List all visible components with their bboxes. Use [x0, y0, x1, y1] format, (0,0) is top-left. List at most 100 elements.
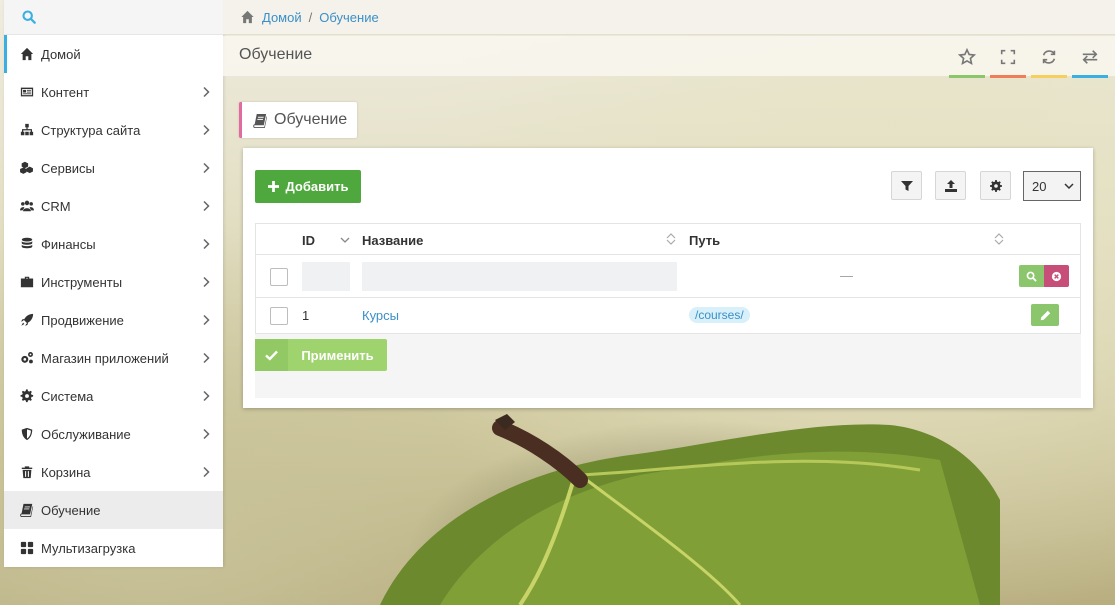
- rocket-icon: [18, 313, 36, 327]
- sort-icon[interactable]: [994, 233, 1004, 245]
- sidebar-item-services[interactable]: Сервисы: [4, 149, 223, 187]
- sort-icon[interactable]: [666, 233, 676, 245]
- path-filter-placeholder: —: [840, 268, 853, 283]
- favorite-button[interactable]: [949, 36, 985, 78]
- upload-icon: [944, 179, 957, 192]
- sidebar-item-label: Мультизагрузка: [41, 540, 136, 556]
- chevron-right-icon: [203, 390, 210, 402]
- sidebar-item-finance[interactable]: Финансы: [4, 225, 223, 263]
- column-header-path[interactable]: Путь: [689, 233, 720, 248]
- sidebar-item-label: Сервисы: [41, 160, 95, 176]
- users-icon: [18, 199, 36, 213]
- chevron-right-icon: [203, 314, 210, 326]
- id-filter-input[interactable]: [302, 262, 350, 291]
- sidebar-item-label: Домой: [41, 46, 81, 62]
- row-checkbox[interactable]: [270, 307, 288, 325]
- row-name-link[interactable]: Курсы: [362, 308, 399, 323]
- sidebar-item-label: Контент: [41, 84, 90, 100]
- sidebar-item-multiupload[interactable]: Мультизагрузка: [4, 529, 223, 567]
- home-icon[interactable]: [240, 10, 255, 24]
- sidebar-item-label: Магазин приложений: [41, 350, 169, 366]
- exchange-icon: [1082, 50, 1098, 64]
- cubes-icon: [18, 161, 36, 175]
- fullscreen-button[interactable]: [990, 36, 1026, 78]
- sidebar-item-label: Корзина: [41, 464, 91, 480]
- sidebar-search[interactable]: [4, 0, 223, 35]
- column-header-id[interactable]: ID: [302, 233, 315, 248]
- sidebar-item-promotion[interactable]: Продвижение: [4, 301, 223, 339]
- add-button[interactable]: Добавить: [255, 170, 361, 203]
- reset-filter-button[interactable]: [1044, 265, 1069, 287]
- sidebar-item-site-structure[interactable]: Структура сайта: [4, 111, 223, 149]
- gear-icon: [18, 389, 36, 403]
- sidebar-item-maintenance[interactable]: Обслуживание: [4, 415, 223, 453]
- sidebar-item-label: Продвижение: [41, 312, 124, 328]
- data-grid: ID Название Путь — 1 Курсы /courses/ При…: [255, 223, 1081, 398]
- filter-row: —: [255, 255, 1081, 298]
- column-header-name[interactable]: Название: [362, 233, 423, 248]
- sidebar-item-content[interactable]: Контент: [4, 73, 223, 111]
- sidebar-item-app-store[interactable]: Магазин приложений: [4, 339, 223, 377]
- sidebar-item-label: Обучение: [41, 502, 101, 518]
- row-id: 1: [302, 308, 310, 323]
- shield-icon: [18, 427, 36, 441]
- sidebar-item-trash[interactable]: Корзина: [4, 453, 223, 491]
- pencil-icon: [1040, 310, 1050, 320]
- book-icon: [18, 503, 36, 517]
- apply-button[interactable]: Применить: [255, 339, 387, 371]
- breadcrumb-separator: /: [308, 9, 313, 25]
- star-icon: [958, 48, 976, 66]
- sidebar-item-label: Система: [41, 388, 94, 404]
- chevron-right-icon: [203, 238, 210, 250]
- export-button[interactable]: [935, 171, 966, 200]
- search-icon[interactable]: [22, 10, 36, 24]
- sidebar-item-learning[interactable]: Обучение: [4, 491, 223, 529]
- expand-icon: [1000, 49, 1016, 65]
- sidebar-item-home[interactable]: Домой: [4, 35, 223, 73]
- cogs-icon: [18, 351, 36, 365]
- sidebar-nav: Домой Контент Структура сайта Сервисы CR…: [4, 35, 223, 567]
- sidebar-item-label: Обслуживание: [41, 426, 131, 442]
- page-size-value: 20: [1032, 178, 1047, 194]
- settings-button[interactable]: [980, 171, 1011, 200]
- leaf-image: [380, 414, 1000, 605]
- breadcrumb-current-link[interactable]: Обучение: [319, 10, 378, 25]
- chevron-right-icon: [203, 466, 210, 478]
- table-row: 1 Курсы /courses/: [255, 298, 1081, 334]
- chevron-right-icon: [203, 200, 210, 212]
- page-size-select[interactable]: 20: [1023, 171, 1081, 201]
- switch-button[interactable]: [1072, 36, 1108, 78]
- sidebar: Домой Контент Структура сайта Сервисы CR…: [4, 0, 223, 567]
- page-title: Обучение: [239, 46, 313, 63]
- row-path-badge[interactable]: /courses/: [689, 307, 750, 323]
- section-label: Обучение: [239, 102, 358, 138]
- breadcrumb-home-link[interactable]: Домой: [262, 10, 302, 25]
- newspaper-icon: [18, 85, 36, 99]
- apply-filter-button[interactable]: [1019, 265, 1044, 287]
- chevron-right-icon: [203, 162, 210, 174]
- sidebar-item-label: CRM: [41, 198, 71, 214]
- database-icon: [18, 237, 36, 251]
- sidebar-item-system[interactable]: Система: [4, 377, 223, 415]
- trash-icon: [18, 465, 36, 479]
- select-all-checkbox[interactable]: [270, 268, 288, 286]
- close-circle-icon: [1051, 271, 1062, 281]
- sidebar-item-crm[interactable]: CRM: [4, 187, 223, 225]
- edit-row-button[interactable]: [1031, 304, 1059, 326]
- grid-footer: Применить: [255, 334, 1081, 398]
- breadcrumb: Домой / Обучение: [223, 0, 1115, 35]
- chevron-right-icon: [203, 352, 210, 364]
- plus-icon: [267, 181, 279, 192]
- sort-desc-icon[interactable]: [340, 234, 350, 246]
- refresh-button[interactable]: [1031, 36, 1067, 78]
- fullscreen-color-bar: [990, 75, 1026, 78]
- sidebar-item-tools[interactable]: Инструменты: [4, 263, 223, 301]
- chevron-down-icon: [1064, 183, 1074, 190]
- sidebar-item-label: Финансы: [41, 236, 96, 252]
- filter-button[interactable]: [891, 171, 922, 200]
- grid-header: ID Название Путь: [255, 223, 1081, 255]
- name-filter-input[interactable]: [362, 262, 677, 291]
- refresh-color-bar: [1031, 75, 1067, 78]
- home-icon: [18, 47, 36, 61]
- favorite-color-bar: [949, 75, 985, 78]
